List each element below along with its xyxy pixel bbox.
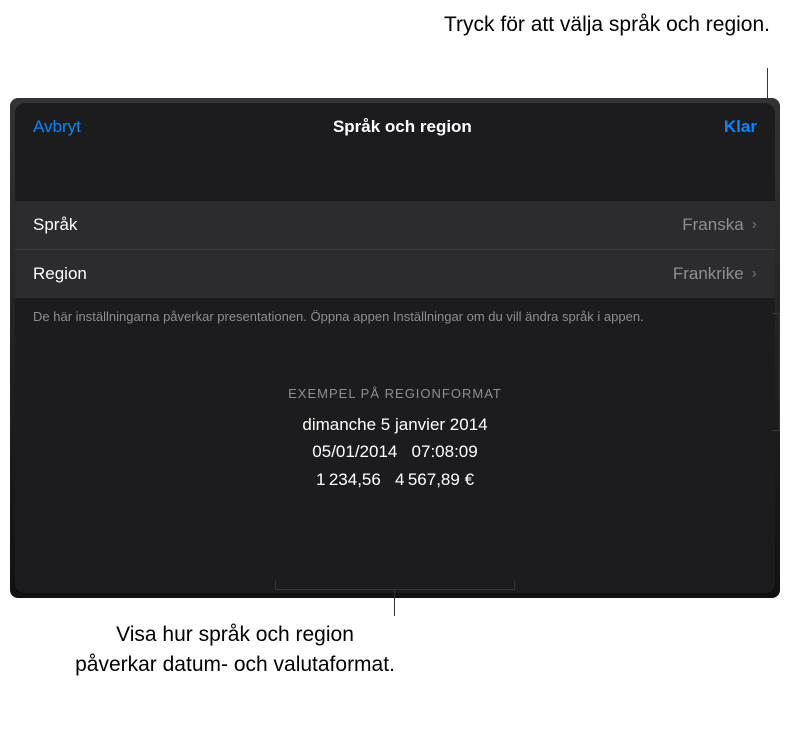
example-header: EXEMPEL PÅ REGIONFORMAT: [15, 386, 775, 401]
language-row[interactable]: Språk Franska ›: [15, 201, 775, 249]
modal-title: Språk och region: [333, 117, 472, 137]
region-row-value-wrap: Frankrike ›: [673, 264, 757, 284]
callout-top-text: Tryck för att välja språk och region.: [444, 13, 770, 36]
region-format-example: EXEMPEL PÅ REGIONFORMAT dimanche 5 janvi…: [15, 386, 775, 493]
example-number-currency: 1 234,56 4 567,89 €: [15, 466, 775, 493]
language-row-label: Språk: [33, 215, 77, 235]
language-region-modal: Avbryt Språk och region Klar Språk Frans…: [15, 103, 775, 593]
settings-list: Språk Franska › Region Frankrike ›: [15, 201, 775, 298]
region-row[interactable]: Region Frankrike ›: [15, 249, 775, 298]
region-row-label: Region: [33, 264, 87, 284]
settings-footer-note: De här inställningarna påverkar presenta…: [15, 298, 775, 336]
callout-bottom: Visa hur språk och region påverkar datum…: [0, 620, 790, 681]
callout-bracket-bottom: [275, 580, 515, 590]
chevron-right-icon: ›: [752, 265, 757, 283]
done-button[interactable]: Klar: [724, 117, 757, 137]
language-row-value-wrap: Franska ›: [682, 215, 757, 235]
chevron-right-icon: ›: [752, 216, 757, 234]
callout-bottom-text: Visa hur språk och region påverkar datum…: [75, 623, 395, 676]
region-row-value: Frankrike: [673, 264, 744, 284]
cancel-button[interactable]: Avbryt: [33, 117, 81, 137]
example-lines: dimanche 5 janvier 2014 05/01/2014 07:08…: [15, 411, 775, 493]
callout-bracket-right: [772, 313, 780, 431]
example-long-date: dimanche 5 janvier 2014: [15, 411, 775, 438]
callout-top: Tryck för att välja språk och region.: [444, 10, 770, 39]
callout-top-leader-line: [767, 68, 768, 98]
example-short-date-time: 05/01/2014 07:08:09: [15, 438, 775, 465]
callout-bottom-leader-line: [394, 590, 395, 616]
modal-header: Avbryt Språk och region Klar: [15, 103, 775, 151]
modal-container: Avbryt Språk och region Klar Språk Frans…: [10, 98, 780, 598]
language-row-value: Franska: [682, 215, 743, 235]
